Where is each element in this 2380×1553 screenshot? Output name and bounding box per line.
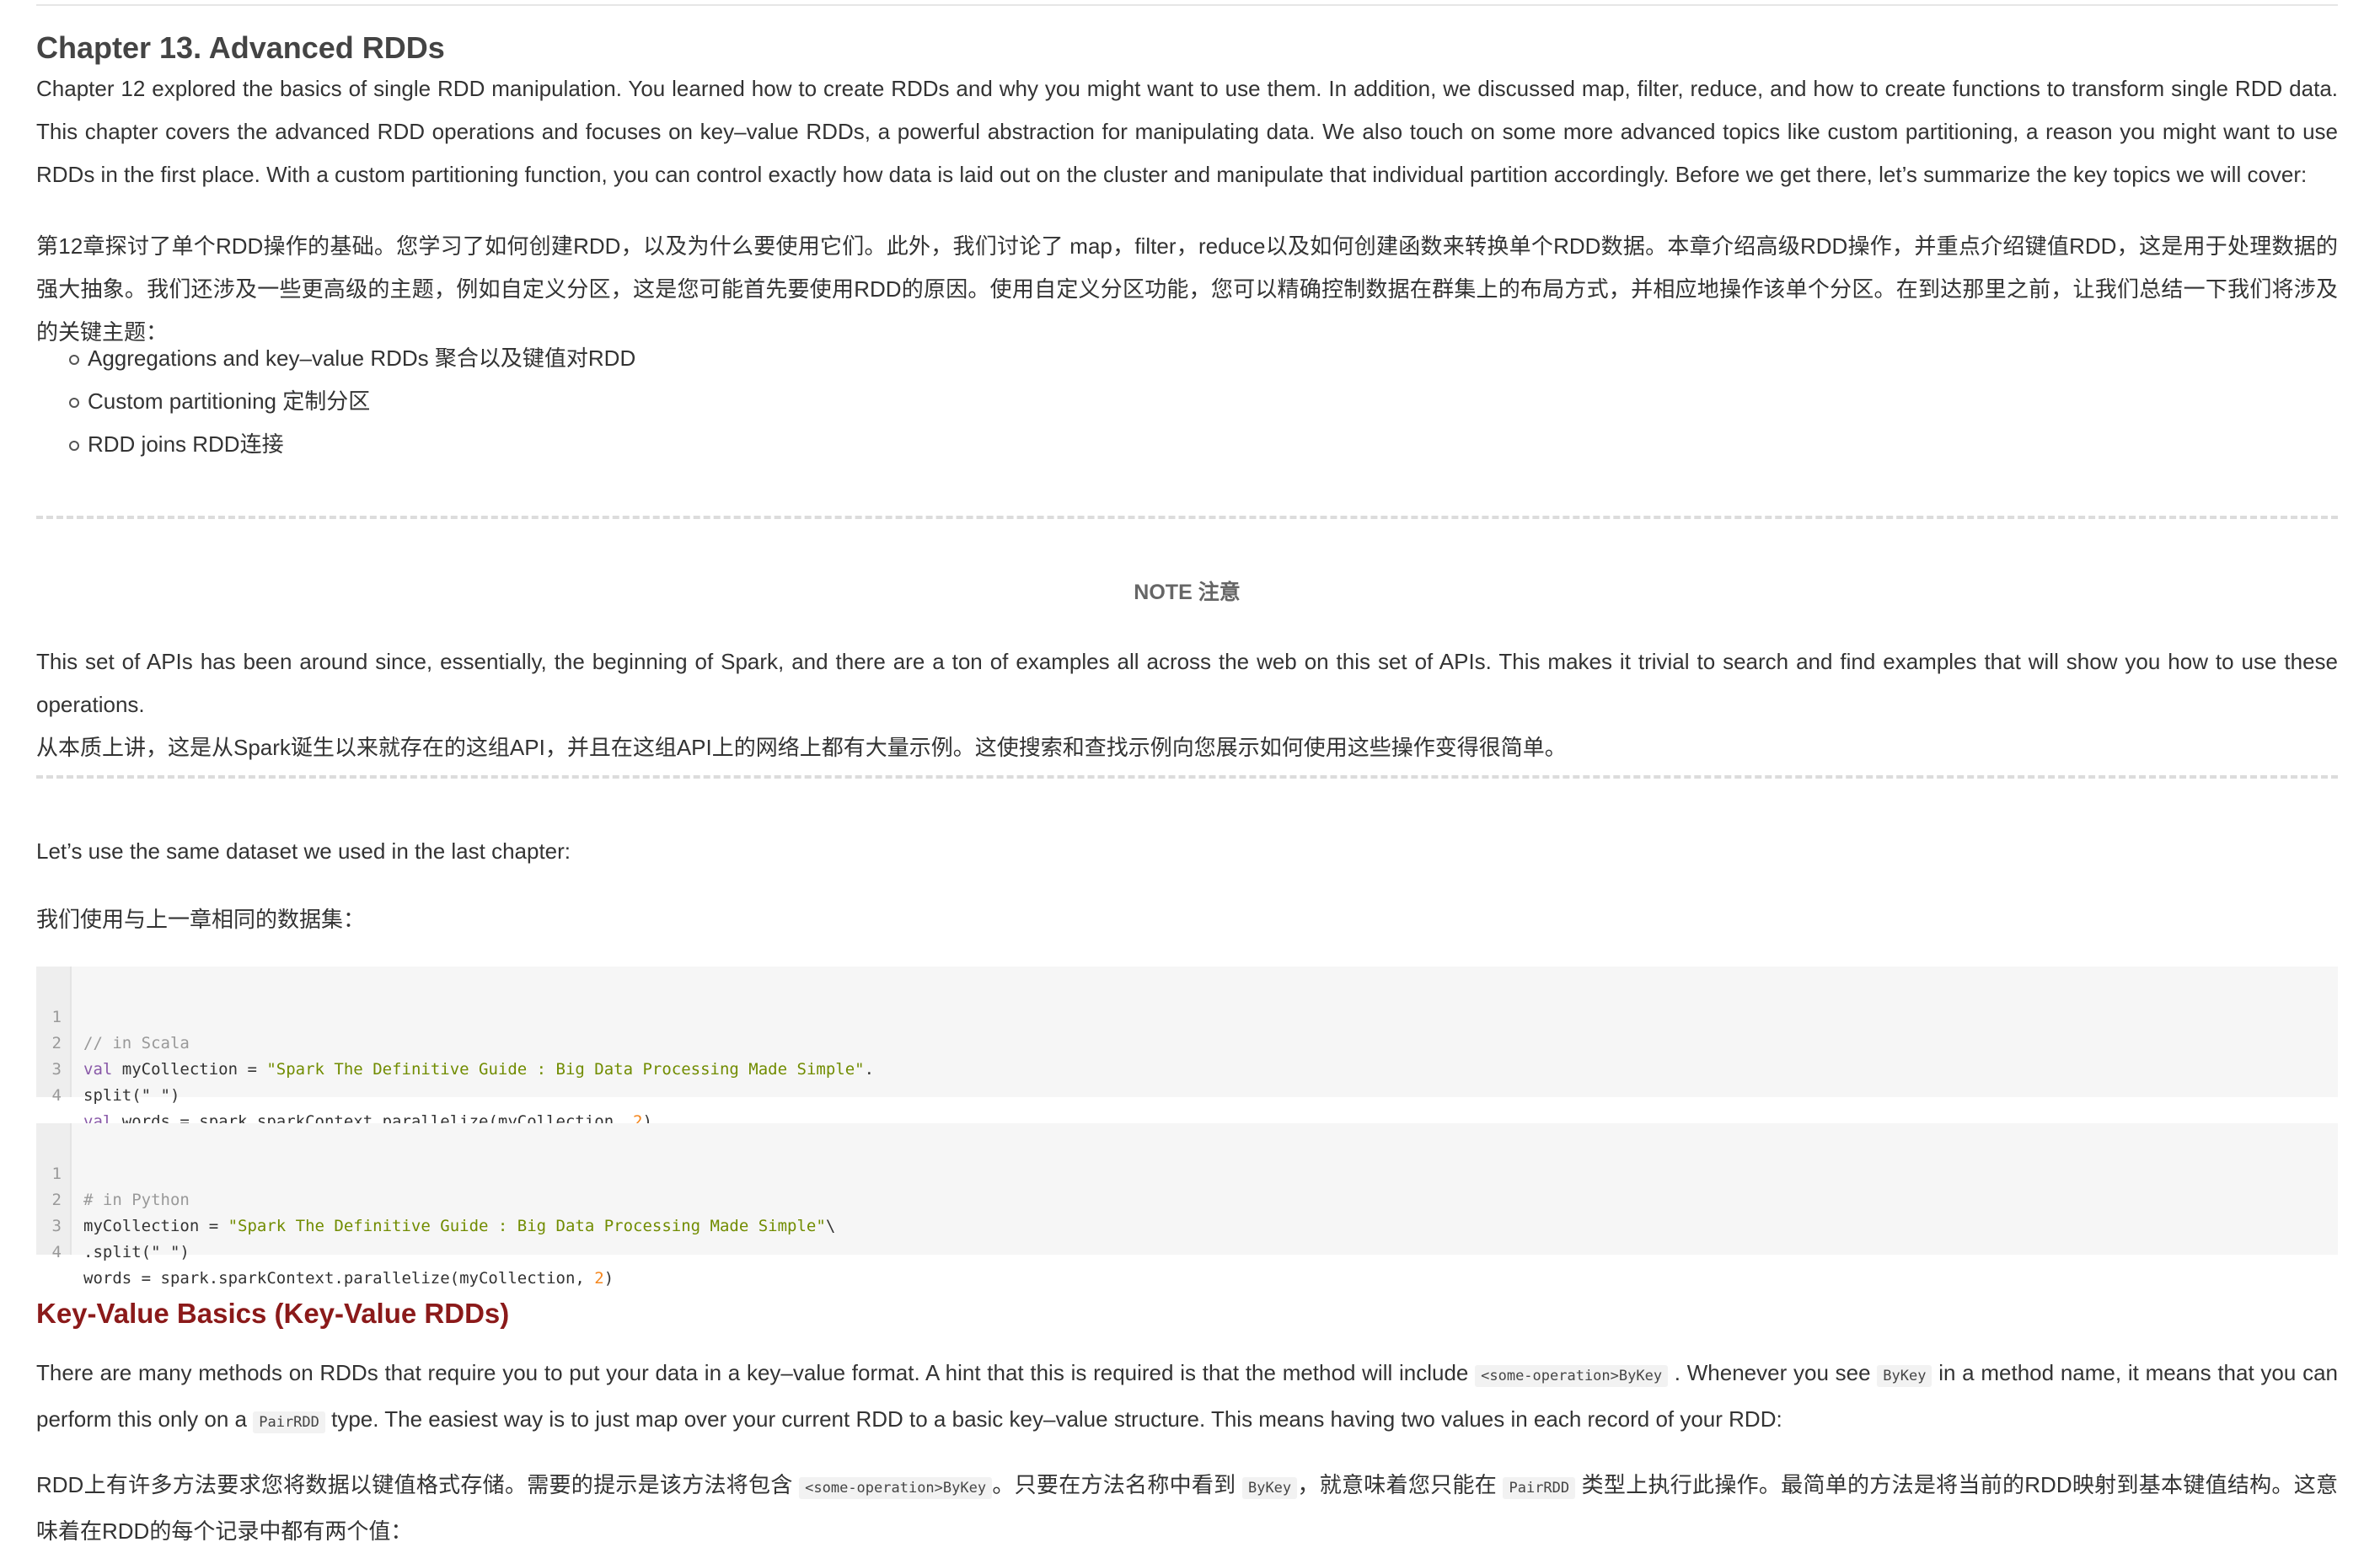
text-run: ，就意味着您只能在 bbox=[1297, 1472, 1504, 1497]
topics-list: Aggregations and key–value RDDs 聚合以及键值对R… bbox=[36, 337, 635, 466]
note-text-zh: 从本质上讲，这是从Spark诞生以来就存在的这组API，并且在这组API上的网络… bbox=[36, 735, 1567, 760]
text-run: . Whenever you see bbox=[1668, 1360, 1878, 1385]
code-line: 1 // in Scala bbox=[36, 978, 2338, 1052]
top-divider bbox=[36, 4, 2338, 6]
note-top-divider bbox=[36, 516, 2338, 519]
text-run: type. The easiest way is to just map ove… bbox=[324, 1406, 1782, 1432]
inline-code: PairRDD bbox=[253, 1411, 325, 1433]
note-text-en: This set of APIs has been around since, … bbox=[36, 649, 2338, 717]
code-block-scala[interactable]: 1 // in Scala 2 val myCollection = "Spar… bbox=[36, 967, 2338, 1131]
inline-code: <some-operation>ByKey bbox=[799, 1477, 993, 1499]
line-number: 4 bbox=[51, 1086, 62, 1105]
code-line: 2 val myCollection = "Spark The Definiti… bbox=[36, 1004, 2338, 1079]
note-bottom-divider bbox=[36, 775, 2338, 779]
text-run: There are many methods on RDDs that requ… bbox=[36, 1360, 1476, 1385]
intro-paragraph-en: Chapter 12 explored the basics of single… bbox=[36, 76, 2338, 187]
code-text: .split(" ") bbox=[83, 1243, 190, 1261]
code-line: 4 words = spark.sparkContext.parallelize… bbox=[36, 1213, 2338, 1288]
list-item: Custom partitioning 定制分区 bbox=[36, 380, 635, 423]
document-page: Chapter 13. Advanced RDDs Chapter 12 exp… bbox=[0, 0, 2380, 1546]
code-text: ) bbox=[603, 1269, 614, 1288]
kv-paragraph-en: There are many methods on RDDs that requ… bbox=[36, 1352, 2338, 1444]
code-text: split(" ") bbox=[83, 1086, 180, 1105]
intro-paragraph-zh: 第12章探讨了单个RDD操作的基础。您学习了如何创建RDD，以及为什么要使用它们… bbox=[36, 233, 2338, 345]
chapter-title: Chapter 13. Advanced RDDs bbox=[36, 30, 445, 65]
inline-code: <some-operation>ByKey bbox=[1475, 1365, 1669, 1387]
code-block-python[interactable]: 1 # in Python 2 myCollection = "Spark Th… bbox=[36, 1123, 2338, 1288]
list-item: RDD joins RDD连接 bbox=[36, 423, 635, 466]
dataset-text-en: Let’s use the same dataset we used in th… bbox=[36, 838, 571, 864]
code-line: 1 # in Python bbox=[36, 1135, 2338, 1209]
line-number: 4 bbox=[51, 1243, 62, 1261]
note-title: NOTE 注意 bbox=[1134, 581, 1241, 604]
dataset-text-zh: 我们使用与上一章相同的数据集： bbox=[36, 907, 366, 932]
list-item: Aggregations and key–value RDDs 聚合以及键值对R… bbox=[36, 337, 635, 380]
kv-paragraph-zh: RDD上有许多方法要求您将数据以键值格式存储。需要的提示是该方法将包含 <som… bbox=[36, 1464, 2338, 1553]
code-line: 3 split(" ") bbox=[36, 1031, 2338, 1105]
section-heading: Key-Value Basics (Key-Value RDDs) bbox=[36, 1298, 510, 1329]
code-text: words = spark.sparkContext.parallelize(m… bbox=[83, 1269, 595, 1288]
text-run: RDD上有许多方法要求您将数据以键值格式存储。需要的提示是该方法将包含 bbox=[36, 1472, 800, 1497]
code-number: 2 bbox=[594, 1269, 604, 1288]
inline-code: PairRDD bbox=[1503, 1477, 1576, 1499]
code-line: 3 .split(" ") bbox=[36, 1187, 2338, 1261]
code-line: 4 val words = spark.sparkContext.paralle… bbox=[36, 1057, 2338, 1131]
inline-code: ByKey bbox=[1877, 1365, 1932, 1387]
text-run: 。只要在方法名称中看到 bbox=[992, 1472, 1242, 1497]
note-text: This set of APIs has been around since, … bbox=[36, 640, 2338, 769]
code-line: 2 myCollection = "Spark The Definitive G… bbox=[36, 1161, 2338, 1235]
inline-code: ByKey bbox=[1241, 1477, 1298, 1499]
